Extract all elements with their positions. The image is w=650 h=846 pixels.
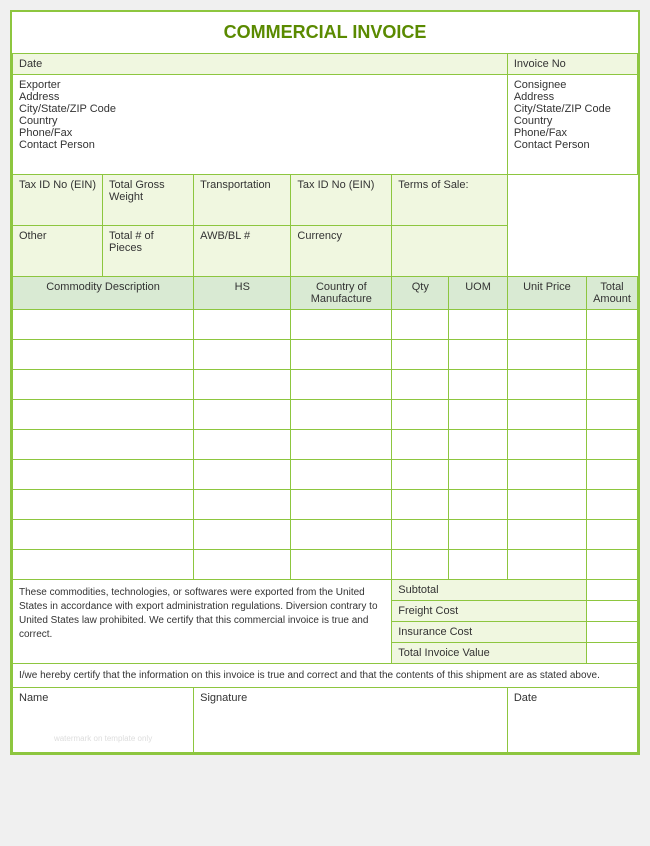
table-row: [13, 340, 638, 370]
exporter-label: Exporter: [19, 79, 501, 91]
table-row: [13, 400, 638, 430]
uom-header: UOM: [449, 277, 508, 310]
subtotal-label: Subtotal: [392, 580, 587, 601]
invoice-page: COMMERCIAL INVOICE Date Invoice No Expor…: [10, 10, 640, 755]
other-field[interactable]: Other: [13, 226, 103, 277]
phone-fax-label1: Phone/Fax: [19, 127, 501, 139]
invoice-no-field[interactable]: Invoice No: [507, 54, 637, 75]
gross-weight-field[interactable]: Total Gross Weight: [103, 175, 194, 226]
transportation-field[interactable]: Transportation: [194, 175, 291, 226]
city-state-zip-label2: City/State/ZIP Code: [514, 103, 631, 115]
consignee-section: Consignee Address City/State/ZIP Code Co…: [507, 75, 637, 175]
table-row: [13, 520, 638, 550]
signature-row: Name watermark on template only Signatur…: [13, 688, 638, 753]
qty-header: Qty: [392, 277, 449, 310]
contact-person-label2: Contact Person: [514, 139, 631, 151]
address-label2: Address: [514, 91, 631, 103]
country-manufacture-header: Country of Manufacture: [291, 277, 392, 310]
signature-field[interactable]: Signature: [194, 688, 508, 753]
date-field[interactable]: Date: [13, 54, 508, 75]
commodity-desc-header: Commodity Description: [13, 277, 194, 310]
pieces-field[interactable]: Total # of Pieces: [103, 226, 194, 277]
disclaimer-text: These commodities, technologies, or soft…: [13, 580, 392, 664]
country-label2: Country: [514, 115, 631, 127]
freight-cost-label: Freight Cost: [392, 601, 587, 622]
total-invoice-value-label: Total Invoice Value: [392, 643, 587, 664]
contact-person-label1: Contact Person: [19, 139, 501, 151]
table-row: [13, 550, 638, 580]
signature-label: Signature: [200, 692, 501, 704]
unit-price-header: Unit Price: [507, 277, 586, 310]
insurance-cost-label: Insurance Cost: [392, 622, 587, 643]
phone-fax-label2: Phone/Fax: [514, 127, 631, 139]
freight-cost-value[interactable]: [587, 601, 638, 622]
total-invoice-value-value[interactable]: [587, 643, 638, 664]
disclaimer-summary-row: These commodities, technologies, or soft…: [13, 580, 638, 601]
certification-row: I/we hereby certify that the information…: [13, 664, 638, 688]
currency-field[interactable]: Currency: [291, 226, 392, 277]
invoice-title: COMMERCIAL INVOICE: [12, 12, 638, 53]
table-row: [13, 430, 638, 460]
table-row: [13, 490, 638, 520]
date-label2: Date: [514, 692, 631, 704]
total-amount-header: Total Amount: [587, 277, 638, 310]
exporter-section: Exporter Address City/State/ZIP Code Cou…: [13, 75, 508, 175]
watermark-text: watermark on template only: [19, 734, 187, 743]
consignee-label: Consignee: [514, 79, 631, 91]
terms-of-sale-value[interactable]: [392, 226, 508, 277]
city-state-zip-label1: City/State/ZIP Code: [19, 103, 501, 115]
table-row: [13, 310, 638, 340]
table-row: [13, 460, 638, 490]
terms-of-sale-field[interactable]: Terms of Sale:: [392, 175, 508, 226]
table-row: [13, 370, 638, 400]
tax-id-field1[interactable]: Tax ID No (EIN): [13, 175, 103, 226]
tax-id-field2[interactable]: Tax ID No (EIN): [291, 175, 392, 226]
certification-text: I/we hereby certify that the information…: [13, 664, 638, 688]
country-label1: Country: [19, 115, 501, 127]
name-field[interactable]: Name watermark on template only: [13, 688, 194, 753]
awb-field[interactable]: AWB/BL #: [194, 226, 291, 277]
insurance-cost-value[interactable]: [587, 622, 638, 643]
address-label1: Address: [19, 91, 501, 103]
date-field2[interactable]: Date: [507, 688, 637, 753]
hs-header: HS: [194, 277, 291, 310]
subtotal-value[interactable]: [587, 580, 638, 601]
name-label: Name: [19, 692, 187, 704]
